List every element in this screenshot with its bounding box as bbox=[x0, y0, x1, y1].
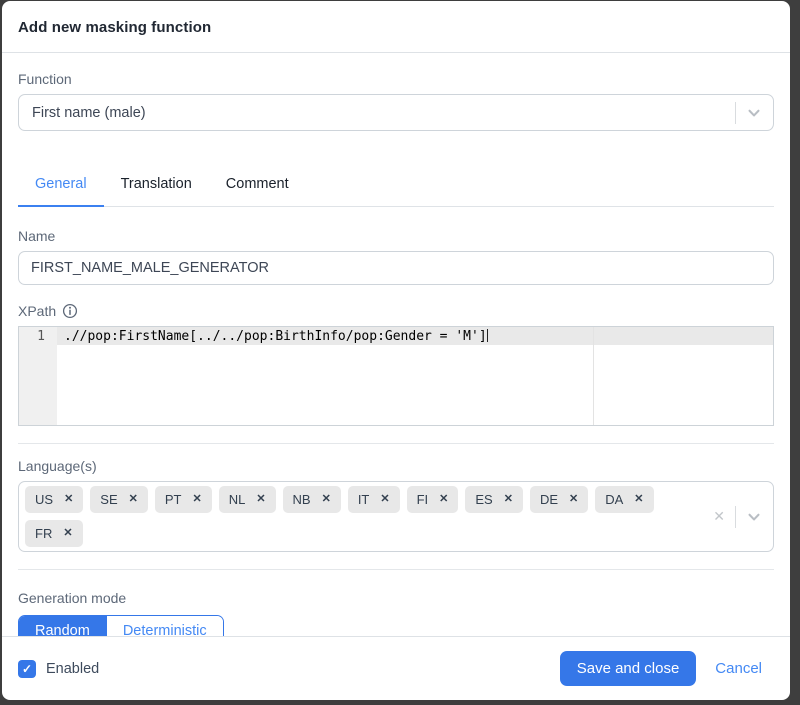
remove-tag-icon[interactable]: ✕ bbox=[129, 494, 138, 505]
dialog-header: Add new masking function bbox=[2, 1, 790, 53]
dialog-body: Function First name (male) General Trans… bbox=[2, 53, 790, 636]
section-divider bbox=[18, 443, 774, 444]
language-tag: NL ✕ bbox=[219, 486, 276, 513]
remove-tag-icon[interactable]: ✕ bbox=[504, 494, 513, 505]
remove-tag-icon[interactable]: ✕ bbox=[63, 528, 72, 539]
language-tag: SE ✕ bbox=[90, 486, 148, 513]
xpath-code-text: .//pop:FirstName[../../pop:BirthInfo/pop… bbox=[64, 329, 487, 344]
xpath-code-editor[interactable]: 1 .//pop:FirstName[../../pop:BirthInfo/p… bbox=[18, 326, 774, 426]
languages-label: Language(s) bbox=[18, 458, 774, 474]
chevron-down-icon[interactable] bbox=[745, 104, 763, 122]
remove-tag-icon[interactable]: ✕ bbox=[256, 494, 265, 505]
editor-caret bbox=[487, 329, 488, 342]
info-icon[interactable] bbox=[62, 303, 78, 319]
language-tag-list: US✕ SE✕ PT✕ NL✕ NB✕ IT✕ FI✕ ES✕ DE✕ DA✕ … bbox=[25, 486, 703, 547]
language-tag: FI ✕ bbox=[407, 486, 459, 513]
language-tag-label: US bbox=[35, 492, 53, 507]
language-tag: DE ✕ bbox=[530, 486, 588, 513]
language-tag: US ✕ bbox=[25, 486, 83, 513]
editor-line-number: 1 bbox=[37, 329, 45, 344]
language-tag-label: FR bbox=[35, 526, 52, 541]
editor-code-area[interactable]: .//pop:FirstName[../../pop:BirthInfo/pop… bbox=[57, 327, 773, 425]
language-tag-label: IT bbox=[358, 492, 370, 507]
remove-tag-icon[interactable]: ✕ bbox=[380, 494, 389, 505]
editor-gutter: 1 bbox=[19, 327, 57, 425]
cancel-button[interactable]: Cancel bbox=[715, 660, 762, 677]
tab-translation[interactable]: Translation bbox=[104, 165, 209, 207]
remove-tag-icon[interactable]: ✕ bbox=[634, 494, 643, 505]
chevron-down-icon[interactable] bbox=[745, 508, 763, 526]
select-divider bbox=[735, 102, 736, 124]
language-tag-label: FI bbox=[417, 492, 429, 507]
language-tag: PT ✕ bbox=[155, 486, 212, 513]
remove-tag-icon[interactable]: ✕ bbox=[64, 494, 73, 505]
select-divider bbox=[735, 506, 736, 528]
enabled-label: Enabled bbox=[46, 661, 99, 677]
remove-tag-icon[interactable]: ✕ bbox=[322, 494, 331, 505]
generation-mode-toggle: Random Deterministic bbox=[18, 615, 224, 636]
languages-multiselect[interactable]: US✕ SE✕ PT✕ NL✕ NB✕ IT✕ FI✕ ES✕ DE✕ DA✕ … bbox=[18, 481, 774, 552]
xpath-label-row: XPath bbox=[18, 303, 774, 319]
function-select-value: First name (male) bbox=[32, 105, 735, 121]
generation-mode-random-button[interactable]: Random bbox=[19, 616, 106, 636]
language-tag-label: DE bbox=[540, 492, 558, 507]
generation-mode-deterministic-button[interactable]: Deterministic bbox=[106, 616, 223, 636]
language-tag-label: ES bbox=[475, 492, 492, 507]
language-tag-label: DA bbox=[605, 492, 623, 507]
language-tag: FR ✕ bbox=[25, 520, 83, 547]
language-tag-label: NB bbox=[293, 492, 311, 507]
function-select[interactable]: First name (male) bbox=[18, 94, 774, 131]
language-tag-label: SE bbox=[100, 492, 117, 507]
remove-tag-icon[interactable]: ✕ bbox=[439, 494, 448, 505]
dialog-title: Add new masking function bbox=[18, 19, 774, 36]
language-tag: IT ✕ bbox=[348, 486, 400, 513]
language-tag: NB ✕ bbox=[283, 486, 341, 513]
clear-all-icon[interactable]: ✕ bbox=[713, 508, 725, 525]
language-tag: ES ✕ bbox=[465, 486, 523, 513]
check-icon: ✓ bbox=[22, 663, 32, 675]
tab-bar: General Translation Comment bbox=[18, 165, 774, 207]
name-label: Name bbox=[18, 228, 774, 244]
remove-tag-icon[interactable]: ✕ bbox=[192, 494, 201, 505]
add-masking-function-dialog: Add new masking function Function First … bbox=[2, 1, 790, 700]
tab-comment[interactable]: Comment bbox=[209, 165, 306, 207]
tab-general[interactable]: General bbox=[18, 165, 104, 207]
name-input[interactable] bbox=[18, 251, 774, 285]
modal-backdrop: Add new masking function Function First … bbox=[0, 0, 800, 705]
xpath-label: XPath bbox=[18, 303, 56, 319]
function-label: Function bbox=[18, 71, 774, 87]
remove-tag-icon[interactable]: ✕ bbox=[569, 494, 578, 505]
save-and-close-button[interactable]: Save and close bbox=[560, 651, 697, 686]
language-tag: DA ✕ bbox=[595, 486, 653, 513]
language-tag-label: PT bbox=[165, 492, 182, 507]
dialog-footer: ✓ Enabled Save and close Cancel bbox=[2, 636, 790, 700]
section-divider bbox=[18, 569, 774, 570]
enabled-checkbox[interactable]: ✓ bbox=[18, 660, 36, 678]
generation-mode-label: Generation mode bbox=[18, 590, 774, 606]
language-tag-label: NL bbox=[229, 492, 246, 507]
